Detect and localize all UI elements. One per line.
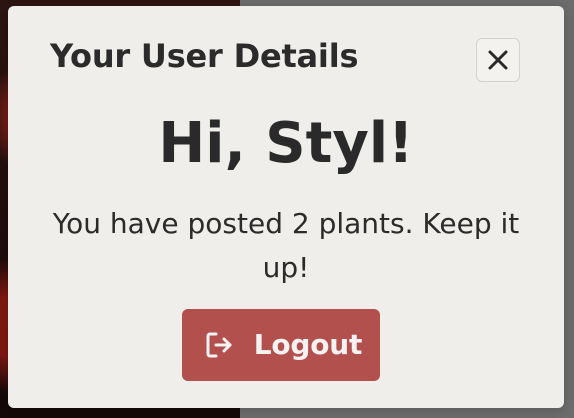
- posts-message: You have posted 2 plants. Keep it up!: [52, 207, 520, 284]
- logout-button[interactable]: Logout: [182, 309, 380, 381]
- logout-icon: [200, 326, 238, 364]
- close-button[interactable]: [476, 38, 520, 82]
- close-icon: [484, 46, 512, 74]
- greeting-heading: Hi, Styl!: [158, 111, 414, 176]
- modal-title: Your User Details: [50, 37, 359, 75]
- logout-label: Logout: [253, 328, 363, 361]
- user-details-modal: Your User Details Hi, Styl! You have pos…: [8, 6, 564, 408]
